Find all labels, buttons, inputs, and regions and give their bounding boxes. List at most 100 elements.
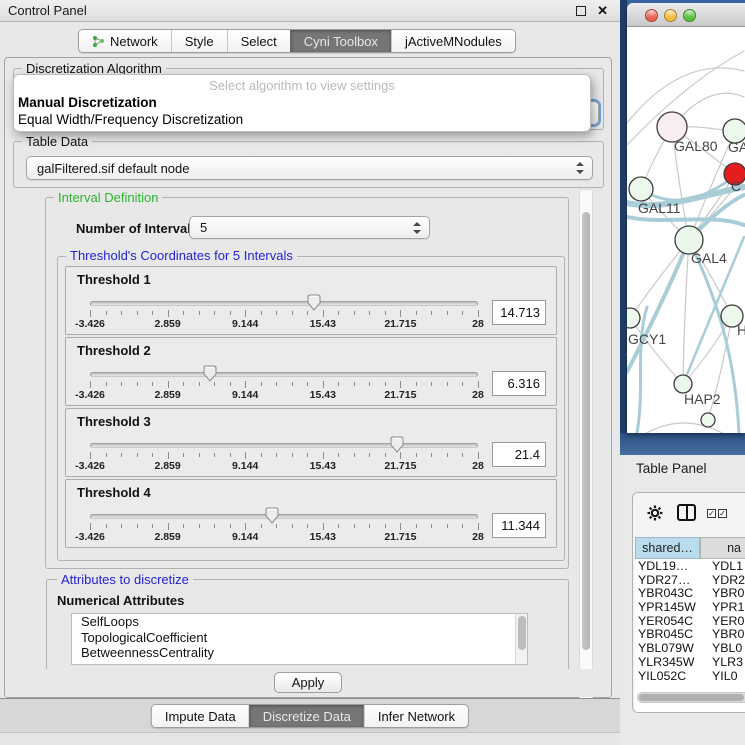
tick-mark [245,381,246,388]
tab-cyni-toolbox[interactable]: Cyni Toolbox [290,30,391,52]
tab-discretize-data[interactable]: Discretize Data [249,705,364,727]
slider-thumb[interactable] [390,436,404,453]
network-node[interactable] [701,413,715,427]
threshold-2-slider[interactable]: -3.4262.8599.14415.4321.71528 [90,363,478,403]
threshold-4-slider[interactable]: -3.4262.8599.14415.4321.71528 [90,505,478,545]
tick-mark [168,523,169,530]
scrollbar-thumb[interactable] [582,212,590,650]
tab-style[interactable]: Style [171,30,227,52]
tick-mark [137,311,138,315]
threshold-2-row: -3.4262.8599.14415.4321.71528 6.316 [90,362,546,404]
cell-shared-name: YER054C [635,614,707,628]
network-edge[interactable] [627,423,744,433]
attributes-scrollbar[interactable] [515,614,527,664]
vertical-scrollbar[interactable] [579,189,593,726]
table-row[interactable]: YER054CYER0 [635,614,745,628]
table-row[interactable]: YBL079WYBL0 [635,641,745,655]
tab-label: Style [185,34,214,49]
number-of-intervals-combobox[interactable]: 5 [189,216,430,239]
column-header-name[interactable]: na [700,537,745,559]
slider-track[interactable] [90,372,478,377]
table-row[interactable]: YLR345WYLR3 [635,655,745,669]
network-view-window[interactable]: GAL80GACGAL11GAL4GCY1HHAP2 [627,3,745,433]
attribute-item-topologicalcoefficient[interactable]: TopologicalCoefficient [72,630,527,646]
threshold-1-slider[interactable]: -3.4262.8599.14415.4321.71528 [90,292,478,332]
tab-select[interactable]: Select [227,30,290,52]
network-edge[interactable] [627,68,744,123]
tick-mark [214,524,215,528]
network-edge[interactable] [683,240,689,384]
slider-thumb[interactable] [307,294,321,311]
table-row[interactable]: YBR043CYBR0 [635,586,745,600]
network-edge-highlighted[interactable] [637,307,647,433]
slider-track[interactable] [90,301,478,306]
popup-option-manual[interactable]: Manual Discretization [14,95,590,112]
close-panel-icon[interactable]: ✕ [597,3,608,19]
group-title: Threshold's Coordinates for 5 Intervals [66,248,297,263]
tick-label: 15.43 [310,389,336,401]
tab-network[interactable]: Network [79,30,171,52]
scrollbar-thumb[interactable] [518,616,526,650]
threshold-3-slider[interactable]: -3.4262.8599.14415.4321.71528 [90,434,478,474]
attribute-item-selfloops[interactable]: SelfLoops [72,614,527,630]
float-window-icon[interactable] [576,6,586,16]
tab-infer-network[interactable]: Infer Network [364,705,468,727]
combo-stepper-icon[interactable] [576,162,584,174]
tick-mark [462,524,463,528]
checkboxes-icon[interactable]: ✓ ✓ [707,509,727,518]
threshold-1-value-field[interactable]: 14.713 [492,300,546,325]
close-window-button[interactable] [645,9,658,22]
network-node-gal11[interactable] [629,177,653,201]
network-edge-highlighted[interactable] [627,240,689,372]
network-node-gcy1[interactable] [627,308,640,328]
tick-label: 28 [472,460,484,472]
threshold-2-value-field[interactable]: 6.316 [492,371,546,396]
network-node-label: HAP2 [684,391,721,407]
table-row[interactable]: YDL19…YDL1 [635,559,745,573]
network-node-label: GCY1 [628,331,666,347]
table-row[interactable]: YBR045CYBR0 [635,627,745,641]
slider-thumb[interactable] [265,507,279,524]
apply-button[interactable]: Apply [274,672,342,693]
popup-option-equal-width[interactable]: Equal Width/Frequency Discretization [14,112,590,129]
tab-jactivemnodules[interactable]: jActiveMNodules [391,30,515,52]
attribute-item-betweennesscentrality[interactable]: BetweennessCentrality [72,645,527,661]
tick-mark [276,311,277,315]
table-row[interactable]: YPR145WYPR1 [635,600,745,614]
gear-icon[interactable] [647,505,663,526]
zoom-window-button[interactable] [683,9,696,22]
threshold-1-row: -3.4262.8599.14415.4321.71528 14.713 [90,291,546,333]
combo-stepper-icon[interactable] [413,222,421,234]
table-row[interactable]: YIL052CYIL0 [635,669,745,683]
column-header-shared-name[interactable]: shared… [635,537,700,559]
table-data-combobox[interactable]: galFiltered.sif default node [26,156,593,180]
threshold-4-value-field[interactable]: 11.344 [492,513,546,538]
bottom-strip [0,732,620,745]
table-rows: YDL19…YDL1YDR27…YDR2YBR043CYBR0YPR145WYP… [635,559,745,682]
horizontal-scrollbar[interactable] [637,692,745,703]
slider-thumb[interactable] [203,365,217,382]
columns-icon[interactable] [677,504,696,521]
cyni-toolbox-content: Discretization Algorithm Select algorith… [4,57,612,698]
table-row[interactable]: YDR27…YDR2 [635,573,745,587]
tab-impute-data[interactable]: Impute Data [152,705,249,727]
minimize-window-button[interactable] [664,9,677,22]
network-window-titlebar[interactable] [627,3,745,27]
slider-track[interactable] [90,514,478,519]
tick-mark [447,524,448,528]
network-canvas[interactable]: GAL80GACGAL11GAL4GCY1HHAP2 [627,27,745,433]
thresholds-stack: Threshold 1-3.4262.8599.14415.4321.71528… [64,266,558,548]
scrollbar-thumb[interactable] [639,694,744,701]
checkbox-icon[interactable]: ✓ [718,509,727,518]
checkbox-icon[interactable]: ✓ [707,509,716,518]
threshold-4-row: -3.4262.8599.14415.4321.71528 11.344 [90,504,546,546]
threshold-3-value-field[interactable]: 21.4 [492,442,546,467]
slider-track[interactable] [90,443,478,448]
tick-mark [230,311,231,315]
tick-mark [199,453,200,457]
algorithm-dropdown-popup: Select algorithm to view settings Manual… [13,74,591,132]
numerical-attributes-list[interactable]: SelfLoopsTopologicalCoefficientBetweenne… [71,613,528,665]
network-graph[interactable]: GAL80GACGAL11GAL4GCY1HHAP2 [627,27,745,433]
apply-row: Apply [6,669,610,697]
cell-name: YDR2 [707,573,745,587]
